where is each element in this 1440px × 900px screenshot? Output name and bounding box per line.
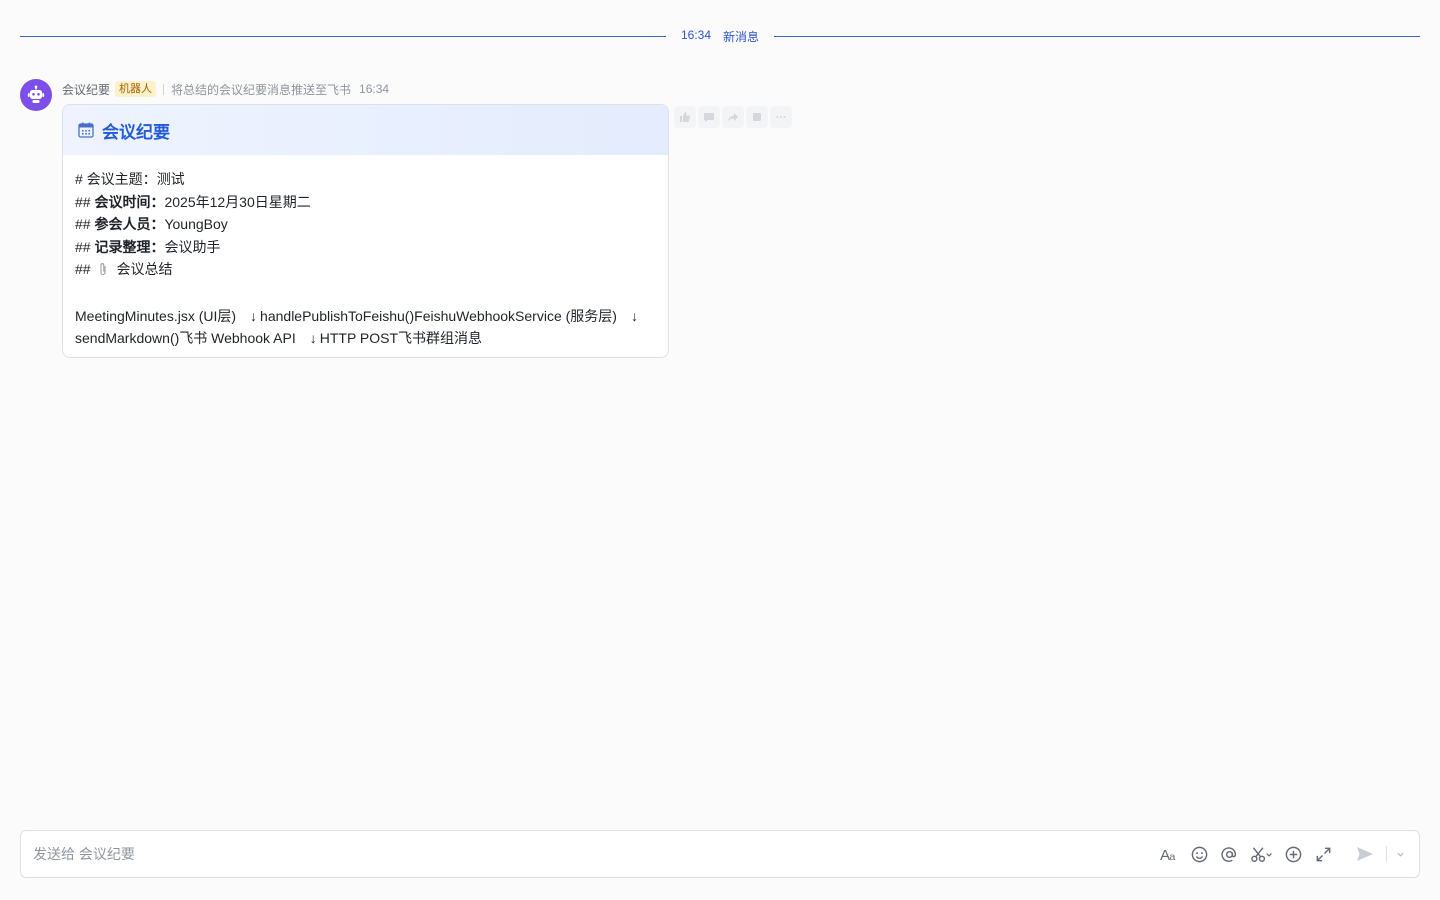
flow-text: MeetingMinutes.jsx (UI层) ↓ handlePublishTo… xyxy=(75,305,656,350)
chat-window: 16:34 新消息 会议纪要 机器人 将总结的会议纪要消息推送至飞书 16:34 xyxy=(0,0,1440,900)
time-line: ## 会议时间：2025年12月30日星期二 xyxy=(75,191,656,214)
add-icon[interactable] xyxy=(1278,839,1308,869)
summary-prefix: ## xyxy=(75,261,95,277)
recorder-line: ## 记录整理：会议助手 xyxy=(75,236,656,259)
composer-toolbar: Aa xyxy=(1154,839,1338,869)
send-group xyxy=(1350,839,1407,869)
flow-step-ui: MeetingMinutes.jsx (UI层) xyxy=(75,307,237,324)
font-format-icon[interactable]: Aa xyxy=(1154,839,1184,869)
robot-icon[interactable] xyxy=(20,79,52,111)
flow-arrow: ↓ xyxy=(250,307,258,324)
message-card[interactable]: 会议纪要 # 会议主题：测试 ## 会议时间：2025年12月30日星期二 ##… xyxy=(62,104,669,358)
bot-tag: 机器人 xyxy=(115,81,157,97)
sender-name[interactable]: 会议纪要 xyxy=(62,81,110,98)
time-value: 2025年12月30日星期二 xyxy=(164,193,311,210)
recorder-value: 会议助手 xyxy=(164,238,221,255)
card-title: 会议纪要 xyxy=(102,122,170,142)
new-message-divider: 16:34 新消息 xyxy=(20,27,1421,45)
bot-description: 将总结的会议纪要消息推送至飞书 xyxy=(171,82,352,97)
screenshot-icon[interactable] xyxy=(1244,839,1278,869)
attendees-prefix: ## xyxy=(75,216,95,232)
recorder-prefix: ## xyxy=(75,238,95,255)
message-input[interactable] xyxy=(33,846,1154,862)
divider-label: 16:34 新消息 xyxy=(666,28,774,45)
topic-line: # 会议主题：测试 xyxy=(75,168,656,191)
attendees-value: YoungBoy xyxy=(164,216,228,232)
attendees-line: ## 参会人员：YoungBoy xyxy=(75,213,656,236)
flow-step-webhook: sendMarkdown()飞书 Webhook API xyxy=(75,330,296,346)
meta-separator xyxy=(163,83,165,95)
paperclip-icon xyxy=(98,260,108,283)
time-prefix: ## xyxy=(75,193,95,210)
svg-text:a: a xyxy=(1169,852,1175,863)
divider-line-left xyxy=(20,35,666,37)
message-time: 16:34 xyxy=(359,82,390,96)
topic-value: 测试 xyxy=(156,171,185,187)
flow-arrow: ↓ xyxy=(309,330,317,346)
divider-line-right xyxy=(774,35,1421,37)
card-header: 会议纪要 xyxy=(63,105,668,155)
more-icon[interactable] xyxy=(770,106,792,128)
forward-icon[interactable] xyxy=(722,106,744,128)
attendees-key: 参会人员： xyxy=(94,216,165,232)
message-meta: 会议纪要 机器人 将总结的会议纪要消息推送至飞书 16:34 xyxy=(62,81,389,97)
thumbs-up-icon[interactable] xyxy=(674,106,696,128)
message-composer: Aa xyxy=(20,830,1420,878)
emoji-icon[interactable] xyxy=(1184,839,1214,869)
topic-prefix: # 会议主题： xyxy=(75,171,157,187)
card-body: # 会议主题：测试 ## 会议时间：2025年12月30日星期二 ## 参会人员… xyxy=(63,155,668,350)
bookmark-icon[interactable] xyxy=(746,106,768,128)
send-separator xyxy=(1386,846,1387,862)
flow-arrow: ↓ xyxy=(630,307,638,324)
summary-line: ## 会议总结 xyxy=(75,258,656,283)
calendar-icon xyxy=(77,121,95,139)
flow-step-service: handlePublishToFeishu()FeishuWebhookServ… xyxy=(260,307,617,324)
chevron-down-icon[interactable] xyxy=(1393,839,1407,869)
message-actions xyxy=(674,106,792,128)
time-key: 会议时间： xyxy=(94,193,165,210)
divider-text: 新消息 xyxy=(723,29,760,44)
send-icon[interactable] xyxy=(1350,839,1380,869)
divider-time: 16:34 xyxy=(680,27,712,42)
comment-icon[interactable] xyxy=(698,106,720,128)
mention-icon[interactable] xyxy=(1214,839,1244,869)
recorder-key: 记录整理： xyxy=(94,238,165,255)
flow-step-post: HTTP POST飞书群组消息 xyxy=(319,330,483,346)
summary-value: 会议总结 xyxy=(116,261,173,277)
expand-icon[interactable] xyxy=(1308,839,1338,869)
